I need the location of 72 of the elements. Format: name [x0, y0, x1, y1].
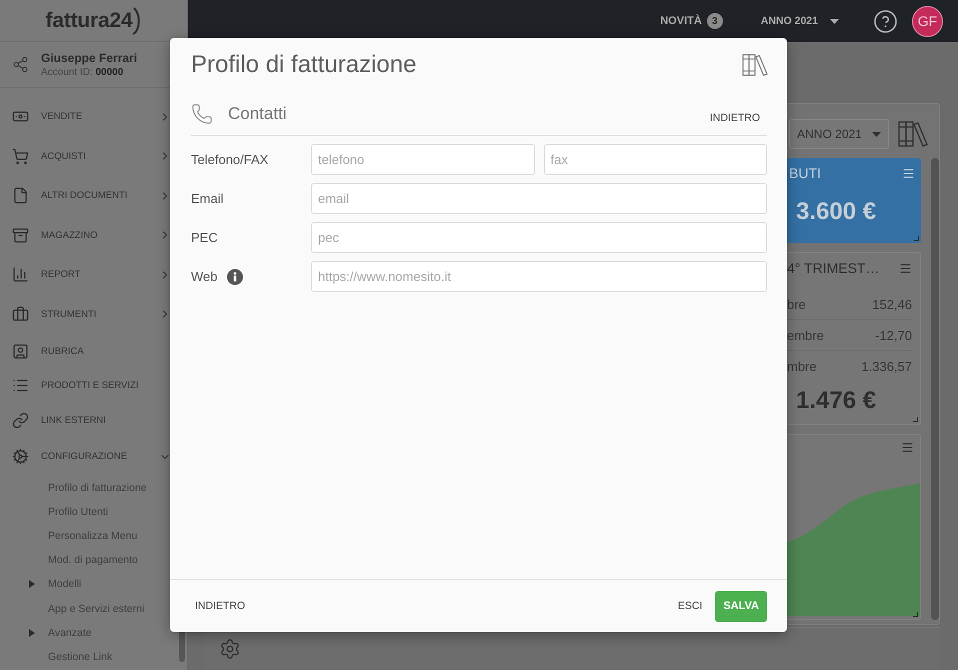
row-value: 1.336,57 — [861, 359, 912, 374]
caret-icon — [872, 132, 881, 136]
archive-box-icon — [12, 226, 29, 244]
menu-item[interactable]: STRUMENTI — [0, 294, 187, 334]
count-badge: 3 — [706, 13, 723, 29]
resize-corner-icon[interactable] — [913, 612, 918, 617]
menu-item[interactable]: CONFIGURAZIONE — [0, 438, 187, 476]
back-button[interactable]: INDIETRO — [702, 104, 767, 130]
caret-icon — [830, 18, 839, 24]
user-name: Giuseppe Ferrari — [41, 51, 138, 65]
dialog-title: Profilo di fatturazione — [191, 51, 416, 79]
field-label: PEC — [191, 230, 218, 245]
row-label: mbre — [787, 359, 817, 374]
file-icon — [12, 187, 29, 204]
submenu-item[interactable]: Gestione Link — [0, 644, 187, 669]
year-select[interactable]: ANNO 2021 — [789, 119, 889, 149]
cart-icon — [12, 148, 29, 165]
books-icon[interactable] — [742, 53, 768, 77]
swoosh-icon — [132, 6, 142, 34]
menu-item[interactable]: PRODOTTI E SERVIZI — [0, 368, 187, 403]
contact-card-icon — [12, 342, 29, 360]
bar-chart-icon — [12, 266, 29, 284]
info-icon[interactable] — [226, 268, 242, 284]
menu-item[interactable]: VENDITE — [0, 97, 187, 136]
input-field[interactable]: fax — [544, 144, 767, 175]
help-icon[interactable] — [874, 10, 897, 32]
resize-corner-icon[interactable] — [914, 236, 919, 241]
triangle-icon[interactable] — [29, 628, 35, 637]
menu-item[interactable]: MAGAZZINO — [0, 216, 187, 255]
input-field[interactable]: pec — [311, 222, 767, 253]
menu-item[interactable]: REPORT — [0, 255, 187, 294]
triangle-icon[interactable] — [29, 580, 35, 588]
menu-item[interactable]: ALTRI DOCUMENTI — [0, 176, 187, 216]
menu-item[interactable]: LINK ESTERNI — [0, 403, 187, 438]
input-field[interactable]: telefono — [311, 144, 534, 175]
card-title: 4° TRIMEST… — [787, 260, 880, 277]
menu-item[interactable]: RUBRICA — [0, 334, 187, 368]
input-field[interactable]: https://www.nomesito.it — [311, 261, 767, 292]
save-button[interactable]: SALVA — [715, 590, 767, 622]
menu-icon[interactable] — [901, 441, 914, 454]
menu-item[interactable]: ACQUISTI — [0, 136, 187, 176]
news-link[interactable]: NOVITÀ 3 — [660, 13, 723, 29]
section-title: Contatti — [228, 104, 287, 124]
submenu-item[interactable]: Modelli — [0, 572, 187, 596]
link-icon — [12, 412, 29, 429]
back-button[interactable]: INDIETRO — [188, 593, 252, 619]
row-label: embre — [787, 328, 824, 342]
row-label: bre — [787, 296, 806, 312]
resize-corner-icon[interactable] — [913, 417, 918, 422]
row-value: 152,46 — [872, 296, 912, 312]
field-label: Email — [191, 191, 224, 206]
scrollbar-thumb[interactable] — [931, 158, 939, 620]
submenu-item[interactable]: Avanzate — [0, 620, 187, 645]
input-field[interactable]: email — [311, 183, 767, 214]
year-dropdown[interactable]: ANNO 2021 — [760, 15, 839, 27]
field-label: Telefono/FAX — [191, 152, 268, 167]
card-amount: 1.476 € — [795, 387, 878, 415]
books-icon[interactable] — [898, 120, 928, 148]
logo[interactable]: fattura24 — [46, 8, 132, 32]
row-value: -12,70 — [875, 328, 912, 342]
settings-icon[interactable] — [219, 638, 241, 660]
exit-button[interactable]: ESCI — [670, 593, 710, 619]
menu-icon[interactable] — [902, 167, 915, 180]
phone-icon — [191, 102, 213, 124]
share-icon[interactable] — [12, 56, 29, 73]
menu-icon[interactable] — [899, 262, 912, 275]
field-label: Web — [191, 269, 218, 284]
briefcase-icon — [12, 306, 29, 323]
card-amount: 3.600 € — [795, 198, 878, 226]
cog-icon — [12, 448, 29, 465]
avatar[interactable]: GF — [912, 6, 943, 36]
card-title: BUTI — [789, 165, 821, 182]
